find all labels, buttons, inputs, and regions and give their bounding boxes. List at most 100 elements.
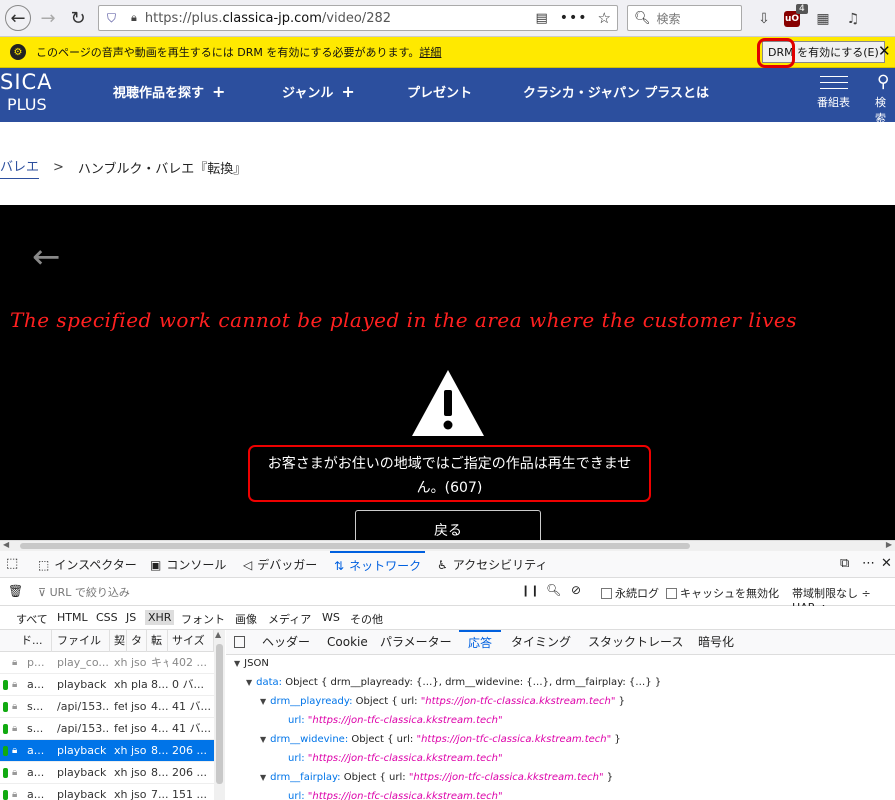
library-icon[interactable]: ⇩ [754, 9, 774, 29]
search-icon[interactable]: 🔍︎ [546, 583, 561, 597]
filter-xhr[interactable]: XHR [145, 610, 175, 625]
json-node-playready[interactable]: ▼ drm__playready: Object { url: "https://… [260, 696, 625, 707]
back-button[interactable]: ← [5, 5, 31, 31]
site-search-icon[interactable]: ⚲ [877, 72, 889, 92]
close-icon[interactable]: ✕ [878, 42, 891, 60]
devtools-close-icon[interactable]: ✕ [881, 556, 892, 571]
tab-inspector[interactable]: ⬚ インスペクター [38, 551, 137, 578]
filter-js[interactable]: JS [126, 611, 136, 624]
request-row[interactable]: 🔒︎ a... playback xh jso 8... 206 ... [0, 740, 224, 762]
expand-arrow-icon: ▼ [260, 735, 267, 744]
shield-icon[interactable]: ⛉ [107, 11, 121, 26]
site-logo[interactable]: SICA [0, 70, 53, 94]
request-row[interactable]: 🔒︎ a... playback xh pla 8... 0 バ... [0, 674, 224, 696]
json-node-data[interactable]: ▼ data: Object { drm__playready: {…}, drm… [246, 677, 661, 688]
forward-button[interactable]: → [35, 5, 61, 31]
tab-stack-trace[interactable]: スタックトレース [588, 630, 683, 655]
tab-cookies[interactable]: Cookie [327, 630, 368, 655]
drm-learn-more-link[interactable]: 詳細 [419, 46, 441, 59]
tab-params[interactable]: パラメーター [380, 630, 452, 655]
persist-log-checkbox[interactable]: 永続ログ [601, 585, 659, 601]
scrollbar-thumb[interactable] [216, 644, 223, 784]
disable-cache-checkbox[interactable]: キャッシュを無効化 [666, 585, 779, 601]
col-type[interactable]: タ [128, 630, 147, 652]
filter-ws[interactable]: WS [322, 611, 340, 624]
request-row[interactable]: 🔒︎ p... play_co... xhjso キャ 402 ... [0, 652, 224, 674]
json-node-fairplay[interactable]: ▼ drm__fairplay: Object { url: "https://j… [260, 772, 613, 783]
col-domain[interactable]: ド... [18, 630, 52, 652]
hamburger-menu-icon[interactable] [820, 76, 848, 94]
col-file[interactable]: ファイル [54, 630, 110, 652]
tab-timings[interactable]: タイミング [511, 630, 571, 655]
tab-network[interactable]: ⇅ ネットワーク [330, 551, 426, 578]
col-transferred[interactable]: 転 [148, 630, 168, 652]
request-row[interactable]: 🔒︎ a... playback xh jso 7... 151 ... [0, 784, 224, 800]
url-filter-input[interactable]: ⊽ URL で絞り込み [38, 584, 130, 600]
filter-html[interactable]: HTML [57, 611, 88, 624]
request-row[interactable]: 🔒︎ s... /api/153... fetjso 4... 41 バ... [0, 718, 224, 740]
json-node-widevine[interactable]: ▼ drm__widevine: Object { url: "https://j… [260, 734, 621, 745]
json-root[interactable]: ▼ JSON [234, 658, 269, 669]
site-logo-sub[interactable]: PLUS [7, 95, 47, 114]
request-cell-c: xh [114, 766, 127, 779]
json-leaf-url[interactable]: url: "https://jon-tfc-classica.kkstream.… [288, 715, 503, 726]
scrollbar-thumb[interactable] [20, 543, 690, 549]
nav-present[interactable]: プレゼント [407, 82, 472, 101]
sidebar-toggle-icon[interactable] [234, 636, 245, 648]
json-leaf-url[interactable]: url: "https://jon-tfc-classica.kkstream.… [288, 791, 503, 800]
filter-css[interactable]: CSS [96, 611, 118, 624]
plus-icon: + [212, 82, 226, 101]
filter-all[interactable]: すべて [16, 611, 48, 627]
filter-fonts[interactable]: フォント [181, 611, 225, 627]
pause-icon[interactable]: ❙❙ [521, 584, 539, 597]
trash-icon[interactable]: 🗑︎ [8, 584, 23, 598]
search-box[interactable]: 🔍︎ 検索 [627, 5, 742, 31]
breadcrumb-parent[interactable]: バレエ [0, 156, 40, 179]
filter-images[interactable]: 画像 [235, 611, 257, 627]
tab-headers[interactable]: ヘッダー [262, 630, 310, 655]
player-back-icon[interactable]: ← [32, 237, 61, 277]
lock-icon[interactable]: 🔒︎ [131, 11, 137, 25]
col-cause[interactable]: 契 [111, 630, 127, 652]
request-cell-size: 206 ... [172, 744, 207, 757]
bookmark-star-icon[interactable]: ☆ [598, 9, 611, 27]
col-size[interactable]: サイズ [169, 630, 214, 652]
request-cell-file: playback [57, 678, 107, 691]
horizontal-scrollbar[interactable]: ◀ ▶ [0, 540, 895, 551]
scroll-right-icon[interactable]: ▶ [886, 540, 892, 549]
music-icon[interactable]: ♫ [843, 9, 863, 29]
dock-icon[interactable]: ⧉ [840, 556, 849, 571]
return-button[interactable]: 戻る [355, 510, 541, 540]
tab-console[interactable]: ▣ コンソール [150, 551, 226, 578]
nav-browse-works[interactable]: 視聴作品を探す + [113, 82, 225, 101]
scroll-up-icon[interactable]: ▲ [215, 630, 221, 639]
request-row[interactable]: 🔒︎ s... /api/153... fetjso 4... 41 バ... [0, 696, 224, 718]
json-leaf-url[interactable]: url: "https://jon-tfc-classica.kkstream.… [288, 753, 503, 764]
extension-icon[interactable]: ▦ [813, 9, 833, 29]
plugin-icon: ⚙ [10, 44, 26, 60]
reload-button[interactable]: ↻ [65, 5, 91, 31]
lock-icon: 🔒︎ [12, 723, 18, 734]
request-cell-tr: 8... [151, 678, 168, 691]
tab-security[interactable]: 暗号化 [698, 630, 734, 655]
tab-accessibility[interactable]: ♿ アクセシビリティ [437, 551, 547, 578]
request-list-scrollbar[interactable]: ▲ [214, 630, 225, 800]
element-picker-icon[interactable]: ⬚ [6, 556, 18, 571]
filter-media[interactable]: メディア [268, 611, 311, 627]
url-bar[interactable]: ⛉ 🔒︎ https://plus.classica-jp.com/video/… [98, 5, 618, 31]
nav-genre[interactable]: ジャンル + [282, 82, 355, 101]
tab-response[interactable]: 応答 [459, 630, 502, 655]
reader-view-icon[interactable]: ▤ [535, 11, 547, 26]
site-search-label[interactable]: 検索 [875, 94, 895, 126]
more-icon[interactable]: ⋯ [862, 556, 875, 571]
url-text[interactable]: https://plus.classica-jp.com/video/282 [145, 11, 391, 26]
page-actions-icon[interactable]: ••• [560, 10, 588, 26]
nav-about[interactable]: クラシカ・ジャパン プラスとは [523, 82, 709, 101]
tab-debugger[interactable]: ◁ デバッガー [243, 551, 317, 578]
filter-other[interactable]: その他 [350, 611, 383, 627]
schedule-label[interactable]: 番組表 [817, 94, 850, 110]
lock-icon: 🔒︎ [12, 657, 18, 668]
block-icon[interactable]: ⊘ [571, 583, 581, 597]
request-row[interactable]: 🔒︎ a... playback xh jso 8... 206 ... [0, 762, 224, 784]
scroll-left-icon[interactable]: ◀ [3, 540, 9, 549]
